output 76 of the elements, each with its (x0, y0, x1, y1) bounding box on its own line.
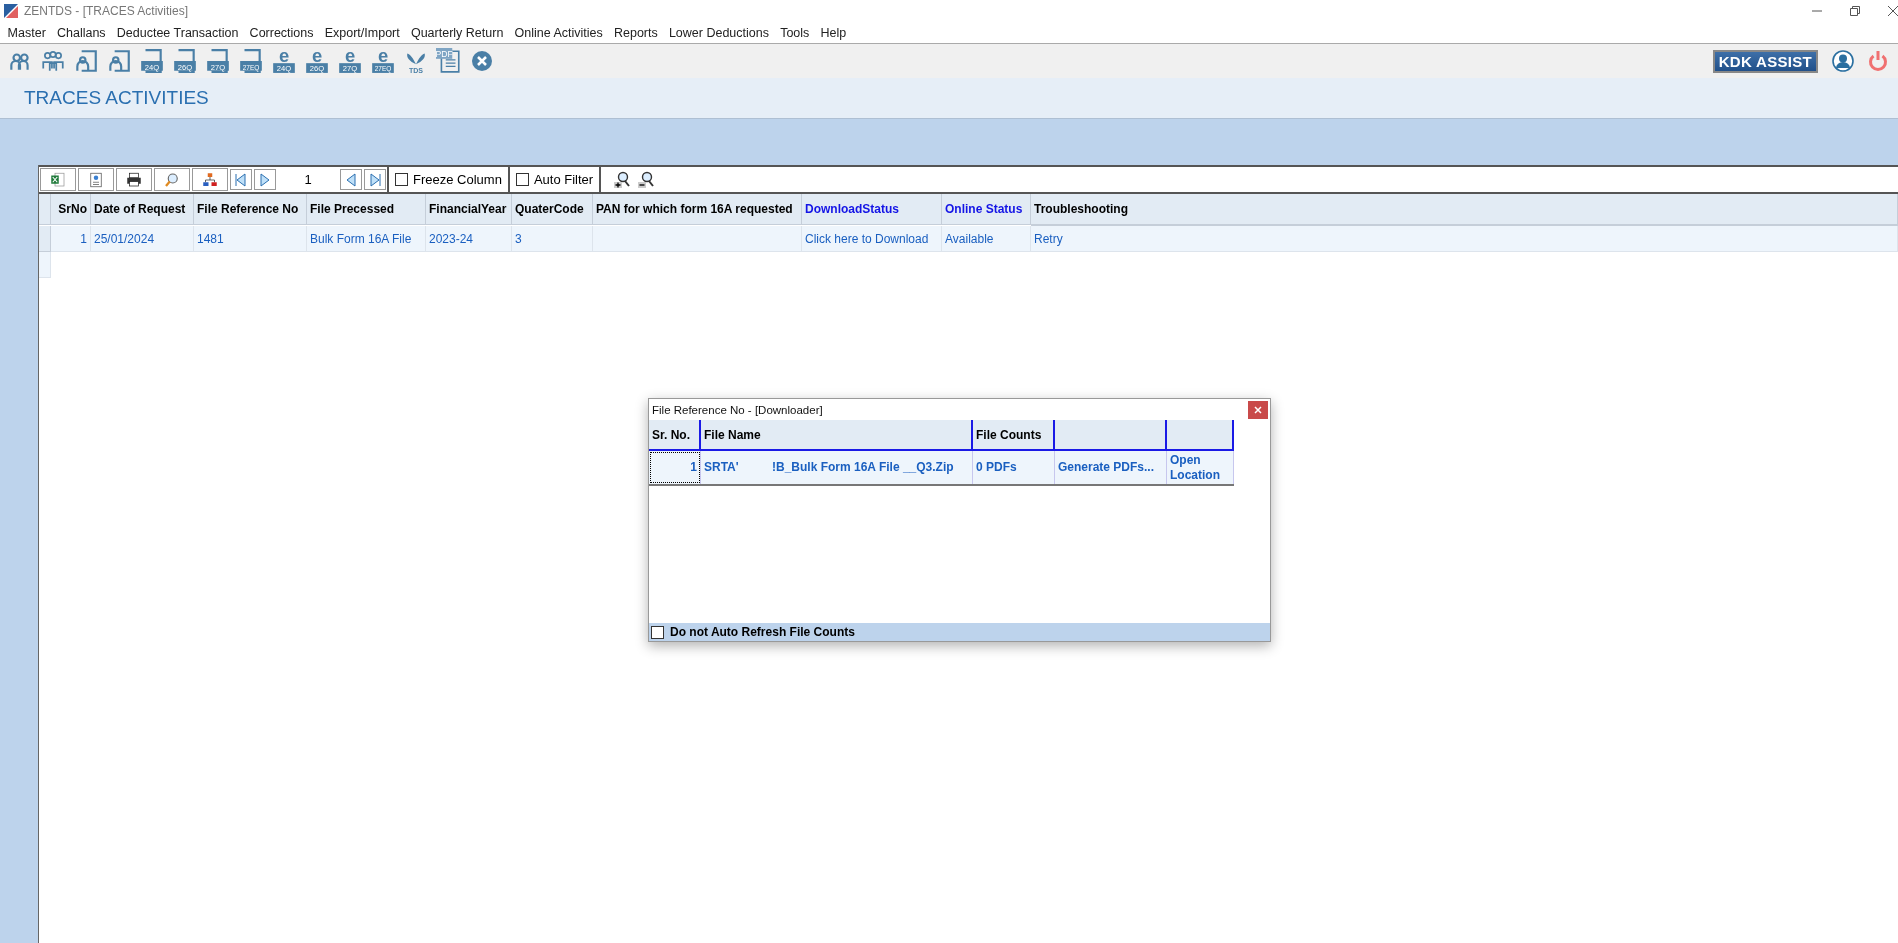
table-link[interactable]: Retry (1031, 226, 1898, 252)
page-title: TRACES ACTIVITIES (24, 87, 209, 109)
table-cell: 1 (649, 451, 701, 484)
close-icon (1254, 405, 1262, 414)
menu-item[interactable]: Corrections (244, 25, 320, 40)
column-header[interactable]: Online Status (942, 194, 1031, 225)
menu-item[interactable]: Reports (608, 25, 664, 40)
menu-item[interactable]: Online Activities (508, 25, 609, 40)
nav-button[interactable] (340, 169, 362, 190)
menu-item[interactable]: Export/Import (319, 25, 406, 40)
action-link[interactable]: Generate PDFs... (1055, 451, 1167, 484)
column-header[interactable]: PAN for which form 16A requested (593, 194, 802, 225)
close-icon[interactable] (470, 49, 494, 73)
menu-item[interactable]: Quarterly Return (405, 25, 509, 40)
menu-item[interactable]: Deductee Transaction (111, 25, 244, 40)
export-icon (87, 170, 105, 189)
hierarchy-icon (201, 170, 219, 189)
print-icon (125, 170, 143, 189)
checkbox[interactable] (651, 625, 664, 639)
table-cell: 2023-24 (426, 226, 512, 252)
column-header[interactable]: Sr. No. (649, 420, 701, 451)
table-cell: Bulk Form 16A File (307, 226, 426, 252)
first-page-icon (233, 171, 249, 188)
table-cell: 3 (512, 226, 593, 252)
user-card-icon[interactable] (73, 48, 99, 74)
table-cell: 1 (51, 226, 91, 252)
search-icon (163, 170, 181, 189)
zoom-in-icon[interactable] (613, 170, 632, 189)
excel-icon (49, 170, 67, 189)
zoom-out-icon[interactable] (637, 170, 656, 189)
close-icon[interactable] (1888, 6, 1898, 16)
table-cell: 1481 (194, 226, 307, 252)
checkbox[interactable] (395, 173, 408, 186)
power-icon[interactable] (1868, 50, 1888, 72)
row-header (39, 226, 51, 252)
column-header[interactable]: QuaterCode (512, 194, 593, 225)
user-icon[interactable] (1832, 50, 1854, 72)
row-header (39, 194, 51, 225)
nav-button[interactable] (230, 169, 252, 190)
menu-item[interactable]: Lower Deductions (663, 25, 775, 40)
menu-item[interactable]: Challans (51, 25, 112, 40)
option-label: Freeze Column (413, 172, 502, 187)
column-header[interactable]: DownloadStatus (802, 194, 942, 225)
menu-item[interactable]: Tools (774, 25, 815, 40)
close-button[interactable] (1248, 400, 1268, 419)
last-page-icon (367, 171, 383, 188)
column-header[interactable]: Troubleshooting (1031, 194, 1898, 225)
app-logo-icon (4, 4, 18, 18)
action-link[interactable]: Open Location (1167, 451, 1234, 484)
group-icon[interactable] (40, 48, 66, 74)
option-label: Do not Auto Refresh File Counts (670, 625, 855, 639)
table-cell: Available (942, 226, 1031, 252)
checkbox[interactable] (515, 173, 529, 186)
column-header[interactable]: File Reference No (194, 194, 307, 225)
table-cell: SRTA' !B_Bulk Form 16A File __Q3.Zip (701, 451, 973, 484)
nav-button[interactable] (364, 169, 386, 190)
window-title: ZENTDS - [TRACES Activities] (24, 4, 189, 18)
column-header[interactable]: File Counts (973, 420, 1055, 451)
restore-icon[interactable] (1850, 6, 1860, 16)
table-cell: 0 PDFs (973, 451, 1055, 484)
assist-button[interactable]: KDK ASSIST (1712, 49, 1818, 73)
table-link[interactable]: Click here to Download (802, 226, 942, 252)
user-card-icon[interactable] (106, 48, 132, 74)
option-label: Auto Filter (533, 172, 594, 187)
grid-tool-button[interactable] (116, 168, 152, 191)
column-header[interactable]: SrNo (51, 194, 91, 225)
menu-item[interactable]: Help (814, 25, 852, 40)
table-cell: 25/01/2024 (91, 226, 194, 252)
dialog-title: File Reference No - [Downloader] (652, 403, 823, 416)
column-header[interactable]: File Precessed (307, 194, 426, 225)
nav-button[interactable] (254, 169, 276, 190)
column-header[interactable]: File Name (701, 420, 973, 451)
menu-item[interactable]: Master (2, 25, 52, 40)
column-header[interactable]: FinancialYear (426, 194, 512, 225)
grid-tool-button[interactable] (192, 168, 228, 191)
column-header[interactable]: Date of Request (91, 194, 194, 225)
